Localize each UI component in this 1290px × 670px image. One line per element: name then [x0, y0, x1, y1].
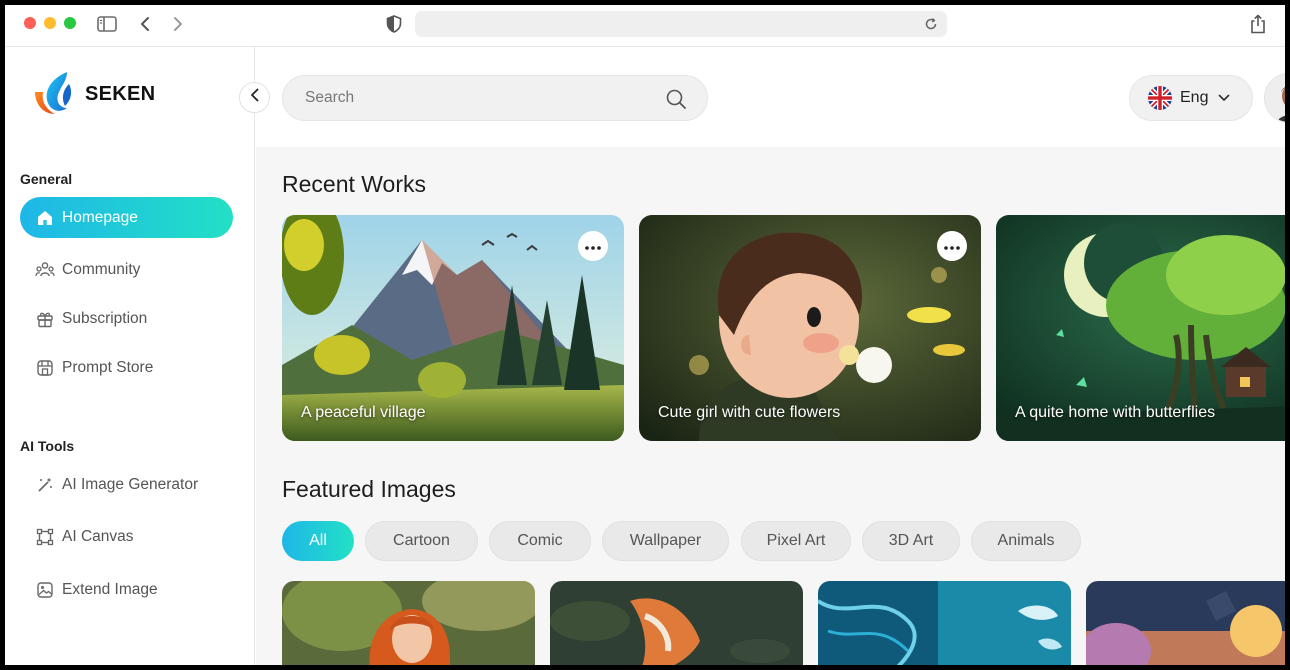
featured-image-card[interactable] [1086, 581, 1285, 665]
koi-fish-image [550, 581, 803, 665]
image-icon [34, 579, 56, 601]
gift-icon [34, 308, 56, 330]
featured-images-title: Featured Images [282, 476, 456, 502]
featured-image-card[interactable] [282, 581, 535, 665]
filter-chip-pixel-art[interactable]: Pixel Art [741, 521, 851, 561]
sidebar-item-label: AI Image Generator [62, 475, 199, 493]
language-selector[interactable]: Eng [1129, 75, 1253, 121]
featured-image-card[interactable] [550, 581, 803, 665]
sidebar-item-ai-canvas[interactable]: AI Canvas [20, 516, 233, 557]
recent-work-card[interactable]: A peaceful village [282, 215, 624, 441]
user-avatar[interactable] [1264, 73, 1285, 123]
sidebar-item-homepage[interactable]: Homepage [20, 197, 233, 238]
ellipsis-icon [944, 237, 960, 255]
ellipsis-icon [585, 237, 601, 255]
maximize-window-button[interactable] [64, 17, 76, 29]
card-caption: A peaceful village [301, 404, 426, 421]
recent-work-card[interactable]: Cute girl with cute flowers [639, 215, 981, 441]
chevron-left-icon [250, 88, 260, 107]
sidebar-item-label: Homepage [62, 208, 138, 226]
search-bar [282, 75, 708, 121]
sidebar-item-extend-image[interactable]: Extend Image [20, 569, 233, 610]
share-icon[interactable] [1247, 13, 1269, 35]
back-icon[interactable] [134, 13, 156, 35]
browser-window: SEKEN General Homepage Community Subscri… [5, 5, 1285, 665]
canvas-icon [34, 526, 56, 548]
uk-flag-icon [1148, 86, 1172, 110]
sidebar-item-label: Community [62, 260, 141, 278]
filter-chip-animals[interactable]: Animals [971, 521, 1081, 561]
more-options-button[interactable] [937, 231, 967, 261]
forward-icon[interactable] [167, 13, 189, 35]
sidebar-item-label: AI Canvas [62, 527, 134, 545]
sidebar: SEKEN General Homepage Community Subscri… [5, 47, 255, 665]
sidebar-item-community[interactable]: Community [20, 249, 233, 290]
search-icon[interactable] [665, 88, 687, 115]
sidebar-item-ai-image-generator[interactable]: AI Image Generator [20, 464, 233, 505]
more-options-button[interactable] [578, 231, 608, 261]
sidebar-item-label: Subscription [62, 309, 148, 327]
browser-toolbar [5, 5, 1285, 47]
seken-logo-icon [35, 72, 72, 114]
language-label: Eng [1180, 89, 1209, 106]
community-icon [34, 259, 56, 281]
sidebar-item-prompt-store[interactable]: Prompt Store [20, 347, 233, 388]
sidebar-item-label: Extend Image [62, 580, 158, 598]
magic-wand-icon [34, 474, 56, 496]
home-icon [34, 207, 56, 229]
filter-chip-all[interactable]: All [282, 521, 354, 561]
filter-chip-3d-art[interactable]: 3D Art [862, 521, 960, 561]
recent-works-title: Recent Works [282, 171, 427, 197]
collapse-sidebar-button[interactable] [239, 82, 270, 113]
filter-chip-cartoon[interactable]: Cartoon [365, 521, 478, 561]
section-title-ai-tools: AI Tools [20, 438, 75, 454]
store-icon [34, 357, 56, 379]
top-bar: Eng [256, 47, 1285, 147]
sidebar-toggle-icon[interactable] [96, 13, 118, 35]
minimize-window-button[interactable] [44, 17, 56, 29]
filter-chip-comic[interactable]: Comic [489, 521, 591, 561]
search-input[interactable] [283, 76, 707, 120]
chevron-down-icon [1218, 89, 1230, 107]
brand-name: SEKEN [85, 82, 156, 105]
filter-chip-wallpaper[interactable]: Wallpaper [602, 521, 729, 561]
address-bar[interactable] [415, 11, 947, 37]
sidebar-item-label: Prompt Store [62, 358, 154, 376]
sidebar-item-subscription[interactable]: Subscription [20, 298, 233, 339]
card-caption: A quite home with butterflies [1015, 404, 1216, 421]
lakeside-sunset-image [1086, 581, 1285, 665]
shield-icon [383, 13, 405, 35]
brand-logo[interactable]: SEKEN [29, 70, 155, 118]
red-haired-girl-image [282, 581, 535, 665]
reload-icon[interactable] [923, 16, 939, 32]
card-caption: Cute girl with cute flowers [658, 404, 841, 421]
main-content: Recent Works A peaceful village Cute gir… [256, 147, 1285, 665]
close-window-button[interactable] [24, 17, 36, 29]
recent-work-card[interactable]: A quite home with butterflies [996, 215, 1285, 441]
featured-image-card[interactable] [818, 581, 1071, 665]
section-title-general: General [20, 171, 73, 187]
underwater-image [818, 581, 1071, 665]
